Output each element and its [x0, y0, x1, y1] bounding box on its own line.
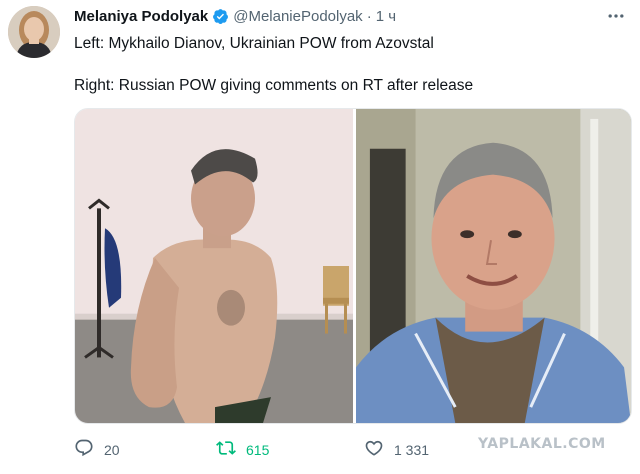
retweet-icon [216, 438, 236, 461]
author-name[interactable]: Melaniya Podolyak [74, 8, 208, 25]
author-handle[interactable]: @MelaniePodolyak [233, 8, 362, 25]
verified-badge-icon [212, 8, 229, 25]
tweet-text-line1: Left: Mykhailo Dianov, Ukrainian POW fro… [74, 35, 434, 52]
tweet-timestamp[interactable]: 1 ч [376, 8, 396, 25]
retweet-count: 615 [246, 441, 270, 458]
tweet-actions: 20 615 1 331 YAPLAKAL.COM [74, 436, 634, 464]
tweet-media[interactable] [74, 108, 632, 424]
heart-icon [364, 438, 384, 461]
reply-icon [74, 438, 94, 461]
author-avatar[interactable] [8, 6, 60, 58]
tweet-header: Melaniya Podolyak @MelaniePodolyak · 1 ч [74, 8, 396, 25]
like-button[interactable]: 1 331 [364, 438, 429, 461]
retweet-button[interactable]: 615 [216, 438, 269, 461]
tweet-text-line2: Right: Russian POW giving comments on RT… [74, 77, 474, 94]
more-horizontal-icon[interactable] [606, 6, 626, 31]
photo-right[interactable] [356, 109, 631, 423]
tweet-body: Left: Mykhailo Dianov, Ukrainian POW fro… [74, 33, 624, 96]
reply-button[interactable]: 20 [74, 438, 120, 461]
watermark-text: YAPLAKAL.COM [478, 436, 606, 452]
photo-left[interactable] [75, 109, 353, 423]
separator-dot: · [366, 8, 372, 25]
reply-count: 20 [104, 441, 120, 458]
like-count: 1 331 [394, 441, 430, 458]
